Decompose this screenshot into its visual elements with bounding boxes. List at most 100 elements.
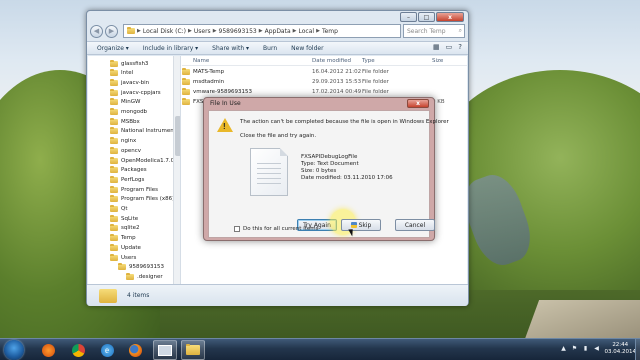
window-controls: – □ x [400,12,464,22]
folder-icon [110,69,118,77]
nav-tree-item[interactable]: 9589693153 [118,263,164,272]
nav-tree-item[interactable]: National Instruments [110,127,179,136]
nav-scrollbar[interactable] [173,56,180,284]
explorer-icon[interactable] [181,340,205,360]
breadcrumb-item[interactable]: AppData [265,28,291,35]
ie-icon[interactable]: e [95,340,119,360]
new-folder-button[interactable]: New folder [291,45,323,52]
folder-icon [110,127,118,135]
nav-tree-item[interactable]: OpenModelica1.7.0 [110,156,174,165]
nav-tree-item[interactable]: Program Files [110,185,158,194]
preview-pane-icon[interactable]: ▭ [446,43,453,51]
close-button[interactable]: x [436,12,464,22]
nav-tree-item[interactable]: Temp [110,234,136,243]
details-pane: 4 items [87,284,468,306]
nav-tree-item[interactable]: sqlite2 [110,224,139,233]
folder-icon [110,78,118,86]
file-row[interactable]: msdtadmin 29.09.2013 15:53 File folder [182,78,467,88]
nav-tree-item[interactable]: glassfish3 [110,59,148,68]
nav-tree-item[interactable]: Program Files (x86) [110,195,174,204]
help-icon[interactable]: ? [458,43,462,51]
nav-tree-label: Users [121,254,137,261]
breadcrumb-item[interactable]: Local [299,28,315,35]
breadcrumb-item[interactable]: Temp [322,28,338,35]
network-icon[interactable]: ▮ [583,346,589,352]
file-in-use-dialog: File In Use x ! The action can't be comp… [203,97,449,241]
nav-tree-item[interactable]: opencv [110,146,141,155]
nav-tree-item[interactable]: PerfLogs [110,175,144,184]
share-with-menu[interactable]: Share with ▾ [212,45,249,52]
nav-tree-item[interactable]: nginx [110,137,136,146]
include-in-library-menu[interactable]: Include in library ▾ [143,45,198,52]
file-info-type: Type: Text Document [301,161,359,167]
nav-tree-item[interactable]: Packages [110,166,147,175]
nav-tree-label: 9589693153 [129,264,164,271]
chrome-icon[interactable] [66,340,90,360]
nav-tree-label: Intel [121,70,134,77]
folder-icon [182,98,190,105]
address-bar[interactable]: ▶ Local Disk (C:) ▶ Users ▶ 9589693153 ▶… [123,24,401,38]
media-player-icon[interactable] [36,340,60,360]
nav-tree-label: javacv-bin [121,79,150,86]
column-name[interactable]: Name [193,58,209,64]
do-this-for-all-row[interactable]: Do this for all current items [234,226,319,232]
clock-date: 03.04.2014 [604,349,637,355]
navigation-pane: glassfish3 Intel javacv-bin javacv-cppjars M… [88,56,181,284]
folder-icon [110,175,118,183]
firefox-icon[interactable] [123,340,147,360]
column-date-modified[interactable]: Date modified [312,58,351,64]
command-bar: Organize ▾ Include in library ▾ Share wi… [87,41,468,55]
breadcrumb-item[interactable]: Users [194,28,211,35]
back-button[interactable]: ◀ [90,24,103,38]
file-type: File folder [362,89,389,95]
text-document-icon [250,148,288,196]
nav-tree-label: javacv-cppjars [121,89,161,96]
skip-button[interactable]: Skip [341,219,381,231]
maximize-button[interactable]: □ [418,12,435,22]
nav-tree-item[interactable]: Update [110,243,141,252]
cancel-button[interactable]: Cancel [395,219,435,231]
file-info-size: Size: 0 bytes [301,168,337,174]
action-center-icon[interactable]: ⚑ [572,346,578,352]
file-info-name: FXSAPIDebugLogFile [301,154,358,160]
nav-tree-item[interactable]: javacv-cppjars [110,88,161,97]
nav-tree-label: nginx [121,138,137,145]
nav-tree-item[interactable]: mongodb [110,108,147,117]
burn-button[interactable]: Burn [263,45,277,52]
nav-tree-item[interactable]: SqLite [110,214,138,223]
folder-icon [182,88,190,95]
breadcrumb-item[interactable]: 9589693153 [219,28,257,35]
nav-tree-item[interactable]: MSBbx [110,117,140,126]
forward-button[interactable]: ▶ [105,24,118,38]
breadcrumb-item[interactable]: Local Disk (C:) [143,28,186,35]
window-icon[interactable] [153,340,177,360]
folder-icon [110,59,118,67]
nav-tree-item[interactable]: MinGW [110,98,140,107]
taskbar: e ▲ ⚑ ▮ ◀ 22:44 03.04.2014 [0,338,640,360]
nav-tree-item[interactable]: Intel [110,69,133,78]
dialog-body: ! The action can't be completed because … [208,110,449,238]
nav-tree-label: MinGW [121,99,141,106]
show-desktop-button[interactable] [635,339,640,360]
search-placeholder: Search Temp [407,27,446,35]
dialog-close-button[interactable]: x [407,99,429,108]
file-row[interactable]: MATS-Temp 16.04.2012 21:02 File folder [182,68,467,78]
column-size[interactable]: Size [432,58,443,64]
search-input[interactable]: Search Temp ⌕ [403,24,465,38]
do-this-for-all-checkbox[interactable] [234,226,240,232]
nav-tree-label: sqlite2 [121,225,140,232]
organize-menu[interactable]: Organize ▾ [97,45,129,52]
nav-scrollbar-thumb[interactable] [175,116,180,156]
nav-tree-item[interactable]: .designer [126,272,163,281]
nav-tree-item[interactable]: javacv-bin [110,78,149,87]
clock[interactable]: 22:44 03.04.2014 [605,342,637,356]
volume-icon[interactable]: ◀ [594,346,600,352]
minimize-button[interactable]: – [400,12,417,22]
nav-tree-item[interactable]: Users [110,253,136,262]
show-hidden-icons-icon[interactable]: ▲ [561,346,567,352]
column-type[interactable]: Type [362,58,375,64]
folder-icon [110,195,118,203]
view-options-icon[interactable]: ▦ [433,43,440,51]
nav-tree-item[interactable]: Qt [110,205,128,214]
start-button[interactable] [4,340,24,360]
